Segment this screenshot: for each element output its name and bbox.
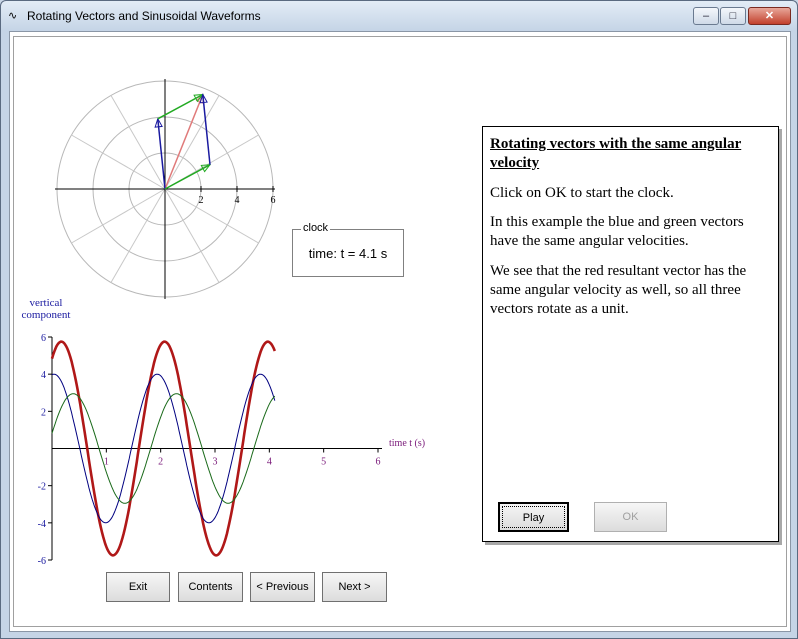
app-icon: ∿ — [8, 10, 18, 22]
blue-vector-shifted — [202, 94, 211, 165]
previous-button[interactable]: < Previous — [250, 572, 315, 602]
polar-spoke — [110, 95, 166, 190]
y-tick-label: -6 — [38, 556, 46, 567]
y-tick-label: 4 — [41, 370, 46, 381]
play-button[interactable]: Play — [498, 502, 569, 532]
panel-paragraph: We see that the red resultant vector has… — [490, 263, 747, 317]
polar-tick-labels: 2 4 6 — [199, 195, 276, 206]
content-frame: 2 4 6 clock time: t = 4.1 s vertical com… — [13, 36, 787, 627]
panel-heading: Rotating vectors with the same angular v… — [490, 136, 742, 171]
phasor-diagram: 2 4 6 — [55, 79, 276, 299]
y-tick-label: -2 — [38, 482, 46, 493]
ok-button[interactable]: OK — [594, 502, 667, 532]
exit-button[interactable]: Exit — [106, 572, 170, 602]
x-tick-label: 3 — [213, 457, 218, 468]
polar-vectors — [154, 93, 212, 190]
polar-spoke — [71, 134, 166, 190]
clock-time-readout: time: t = 4.1 s — [308, 246, 388, 261]
red-resultant-vector — [164, 94, 204, 190]
app-window: ∿ Rotating Vectors and Sinusoidal Wavefo… — [0, 0, 798, 639]
maximize-button[interactable]: □ — [720, 7, 746, 25]
clock-legend: clock — [301, 222, 331, 234]
polar-spoke — [110, 188, 166, 283]
wave-axes — [48, 336, 382, 561]
x-tick-label: 6 — [376, 457, 381, 468]
waveform-chart: 6 4 2 -2 -4 -6 1 2 3 4 5 6 — [38, 333, 382, 567]
polar-tick-label: 6 — [271, 195, 276, 206]
polar-spoke — [164, 188, 220, 283]
x-axis-title: time t (s) — [389, 438, 426, 449]
polar-spoke — [164, 188, 259, 244]
y-tick-labels: 6 4 2 -2 -4 -6 — [38, 333, 46, 567]
client-area: 2 4 6 clock time: t = 4.1 s vertical com… — [9, 31, 791, 632]
polar-spoke — [71, 188, 166, 244]
title-bar[interactable]: ∿ Rotating Vectors and Sinusoidal Wavefo… — [1, 1, 797, 31]
polar-tick-label: 2 — [199, 195, 204, 206]
polar-tick-label: 4 — [235, 195, 240, 206]
clock-box: clock time: t = 4.1 s — [292, 222, 404, 277]
y-tick-label: 2 — [41, 407, 46, 418]
minimize-button[interactable]: – — [693, 7, 719, 25]
x-tick-label: 5 — [321, 457, 326, 468]
y-axis-title: vertical component — [16, 297, 76, 321]
window-title: Rotating Vectors and Sinusoidal Waveform… — [27, 9, 261, 23]
x-tick-label: 4 — [267, 457, 272, 468]
y-tick-label: 6 — [41, 333, 46, 344]
y-axis-title-line2: component — [21, 309, 71, 321]
panel-paragraph: In this example the blue and green vecto… — [490, 214, 744, 249]
close-button[interactable]: ✕ — [748, 7, 791, 25]
y-axis-title-line1: vertical — [29, 297, 63, 309]
x-tick-label: 2 — [158, 457, 163, 468]
y-tick-label: -4 — [38, 519, 46, 530]
next-button[interactable]: Next > — [322, 572, 387, 602]
panel-paragraph: Click on OK to start the clock. — [490, 185, 674, 201]
contents-button[interactable]: Contents — [178, 572, 243, 602]
explanation-panel: Rotating vectors with the same angular v… — [482, 126, 779, 542]
